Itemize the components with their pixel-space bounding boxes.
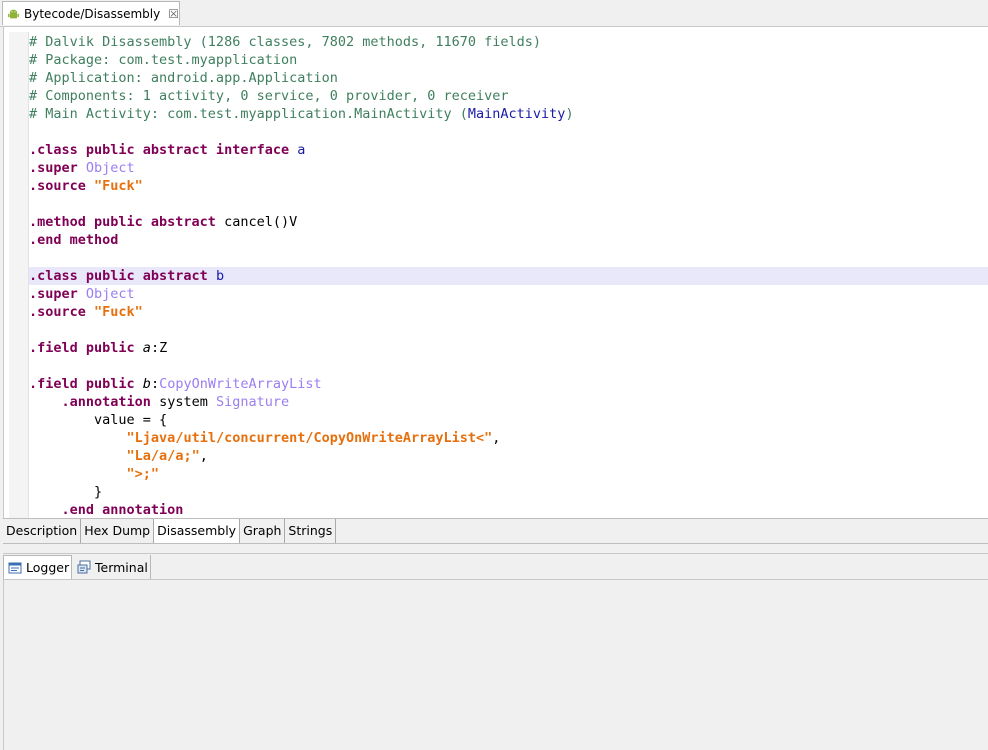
- tab-title: Bytecode/Disassembly: [24, 6, 161, 21]
- code-line[interactable]: }: [29, 483, 988, 501]
- code-line[interactable]: .super Object: [29, 285, 988, 303]
- tab-logger[interactable]: Logger: [3, 555, 72, 579]
- code-line[interactable]: .end method: [29, 231, 988, 249]
- code-token: :: [150, 376, 160, 392]
- code-token: "Ljava/util/concurrent/CopyOnWriteArrayL…: [126, 430, 493, 446]
- tab-terminal[interactable]: Terminal: [73, 555, 151, 579]
- code-token: .end annotation: [61, 502, 184, 518]
- code-token: .end method: [29, 232, 119, 248]
- code-token: "Fuck": [94, 304, 143, 320]
- code-token: system: [159, 394, 216, 410]
- code-token: .source: [29, 178, 95, 194]
- code-token: MainActivity: [467, 106, 566, 122]
- code-line[interactable]: [29, 123, 988, 141]
- code-line[interactable]: .field public b:CopyOnWriteArrayList: [29, 375, 988, 393]
- code-line[interactable]: # Main Activity: com.test.myapplication.…: [29, 105, 988, 123]
- code-line[interactable]: # Dalvik Disassembly (1286 classes, 7802…: [29, 33, 988, 51]
- code-token: .field public: [29, 340, 143, 356]
- view-tab-bar: Description Hex Dump Disassembly Graph Strin…: [3, 518, 988, 544]
- code-token: b: [215, 268, 225, 284]
- terminal-icon: [77, 560, 91, 574]
- code-view[interactable]: # Dalvik Disassembly (1286 classes, 7802…: [29, 33, 988, 518]
- logger-icon: [8, 562, 22, 573]
- code-token: }: [29, 484, 103, 500]
- code-token: .class public abstract interface: [29, 142, 298, 158]
- code-line[interactable]: .method public abstract cancel()V: [29, 213, 988, 231]
- code-token: Object: [85, 160, 135, 176]
- code-line[interactable]: # Package: com.test.myapplication: [29, 51, 988, 69]
- code-token: # Components: 1 activity, 0 service, 0 p…: [29, 88, 509, 104]
- code-line[interactable]: .source "Fuck": [29, 303, 988, 321]
- code-token: .annotation: [61, 394, 160, 410]
- code-line[interactable]: .annotation system Signature: [29, 393, 988, 411]
- tab-terminal-label: Terminal: [95, 559, 148, 575]
- code-token: value = {: [29, 412, 168, 428]
- tab-description[interactable]: Description: [3, 519, 82, 543]
- code-token: :Z: [150, 340, 168, 356]
- code-line[interactable]: [29, 321, 988, 339]
- editor-tab-bar: Bytecode/Disassembly ☒: [0, 0, 988, 27]
- code-line[interactable]: "Ljava/util/concurrent/CopyOnWriteArrayL…: [29, 429, 988, 447]
- code-token: cancel()V: [224, 214, 298, 230]
- code-line[interactable]: # Application: android.app.Application: [29, 69, 988, 87]
- code-line[interactable]: .end annotation: [29, 501, 988, 518]
- code-line[interactable]: .class public abstract interface a: [29, 141, 988, 159]
- code-token: b: [142, 376, 151, 392]
- logger-panel[interactable]: [3, 580, 988, 750]
- disassembly-editor[interactable]: # Dalvik Disassembly (1286 classes, 7802…: [3, 27, 988, 518]
- code-token: .super: [29, 160, 86, 176]
- code-line[interactable]: ">;": [29, 465, 988, 483]
- tab-logger-label: Logger: [26, 560, 70, 575]
- code-line[interactable]: [29, 249, 988, 267]
- tab-disassembly[interactable]: Disassembly: [154, 519, 241, 543]
- code-token: a: [142, 340, 151, 356]
- code-token: # Package: com.test.myapplication: [29, 52, 298, 68]
- android-icon: [8, 9, 19, 18]
- code-line[interactable]: [29, 195, 988, 213]
- close-icon[interactable]: ☒: [168, 7, 179, 21]
- code-line[interactable]: "La/a/a;",: [29, 447, 988, 465]
- code-token: # Dalvik Disassembly (1286 classes, 7802…: [29, 34, 542, 50]
- code-token: ,: [199, 448, 208, 464]
- code-token: CopyOnWriteArrayList: [159, 376, 322, 392]
- editor-gutter: [9, 32, 29, 518]
- tab-strings[interactable]: Strings: [285, 519, 337, 543]
- code-token: Signature: [215, 394, 290, 410]
- code-token: .class public abstract: [29, 268, 216, 284]
- tab-hex-dump[interactable]: Hex Dump: [81, 519, 155, 543]
- code-line[interactable]: .source "Fuck": [29, 177, 988, 195]
- code-line[interactable]: .class public abstract b: [29, 267, 988, 285]
- console-tab-bar: Logger Terminal: [3, 553, 988, 580]
- code-line[interactable]: .field public a:Z: [29, 339, 988, 357]
- code-token: a: [297, 142, 306, 158]
- code-token: .field public: [29, 376, 143, 392]
- code-token: ,: [492, 430, 501, 446]
- code-line[interactable]: value = {: [29, 411, 988, 429]
- code-line[interactable]: .super Object: [29, 159, 988, 177]
- code-line[interactable]: [29, 357, 988, 375]
- code-token: .super: [29, 286, 86, 302]
- code-token: ): [565, 106, 574, 122]
- code-token: .source: [29, 304, 95, 320]
- code-token: .method public abstract: [29, 214, 225, 230]
- code-token: # Application: android.app.Application: [29, 70, 338, 86]
- code-token: "La/a/a;": [126, 448, 200, 464]
- code-line[interactable]: # Components: 1 activity, 0 service, 0 p…: [29, 87, 988, 105]
- code-token: # Main Activity: com.test.myapplication.…: [29, 106, 468, 122]
- tab-bytecode-disassembly[interactable]: Bytecode/Disassembly ☒: [2, 1, 180, 25]
- code-token: Object: [85, 286, 135, 302]
- panel-sash[interactable]: [0, 545, 988, 553]
- code-token: "Fuck": [94, 178, 143, 194]
- tab-graph[interactable]: Graph: [240, 519, 286, 543]
- code-token: ">;": [126, 466, 160, 482]
